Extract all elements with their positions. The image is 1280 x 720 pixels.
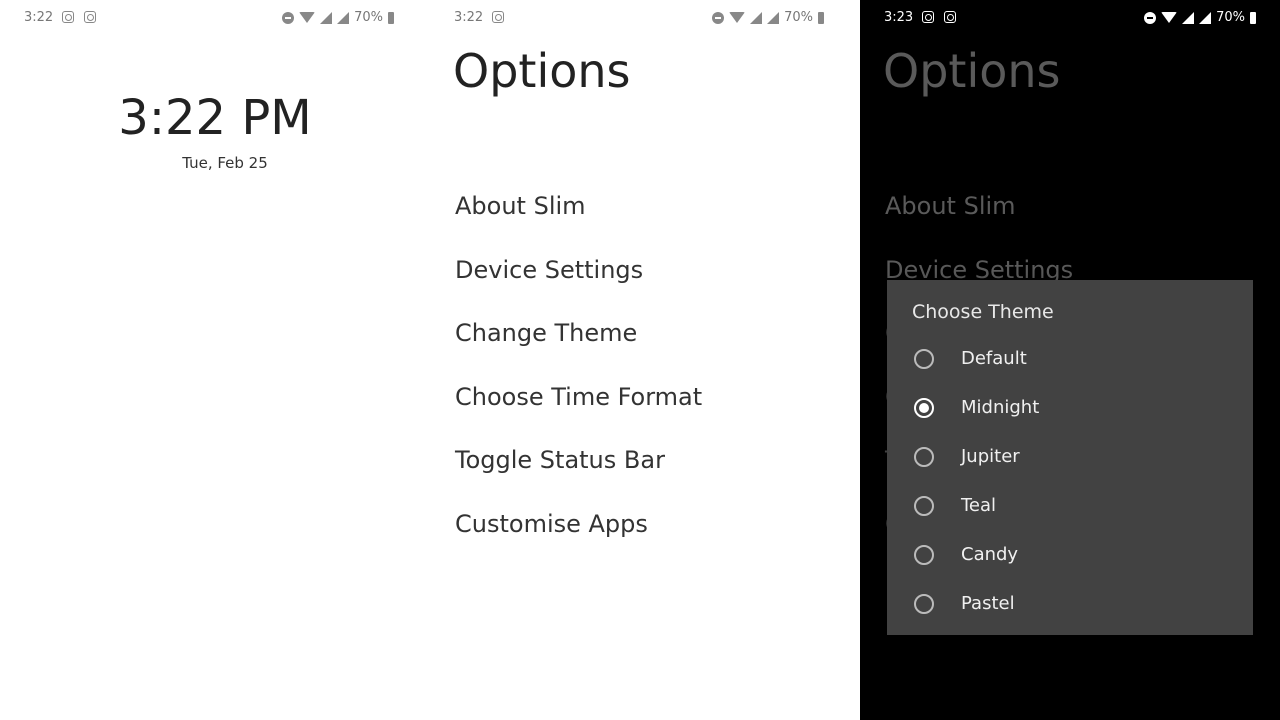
do-not-disturb-icon [282, 11, 295, 24]
signal-icon [767, 11, 780, 24]
battery-percent: 70% [784, 10, 813, 25]
menu-item-device-settings[interactable]: Device Settings [455, 256, 702, 320]
instagram-icon [944, 11, 956, 23]
wifi-icon [1161, 12, 1178, 23]
menu-item-status-bar[interactable]: Toggle Status Bar [455, 446, 702, 510]
theme-option-jupiter[interactable]: Jupiter [887, 432, 1253, 481]
home-screen: 3:22 70% 3:22 PM Tue, Feb 25 [0, 0, 430, 720]
dialog-title: Choose Theme [912, 301, 1054, 323]
signal-icon [1182, 11, 1195, 24]
status-bar: 3:22 70% [0, 0, 430, 36]
signal-icon [750, 11, 763, 24]
instagram-icon [84, 11, 96, 23]
options-screen: 3:22 70% Options About Slim Device Setti… [430, 0, 860, 720]
radio-icon[interactable] [914, 446, 934, 467]
menu-item-customise-apps[interactable]: Customise Apps [455, 510, 702, 574]
do-not-disturb-icon [712, 11, 725, 24]
instagram-icon [62, 11, 74, 23]
options-screen-dark: 3:23 70% Options About Slim Device Setti… [860, 0, 1280, 720]
menu-item-change-theme[interactable]: Change Theme [455, 319, 702, 383]
status-bar: 3:22 70% [430, 0, 860, 36]
do-not-disturb-icon [1144, 11, 1157, 24]
battery-percent: 70% [354, 10, 383, 25]
radio-selected-icon[interactable] [914, 397, 934, 418]
status-time: 3:23 [884, 10, 914, 25]
wifi-icon [729, 12, 746, 23]
battery-icon [388, 11, 394, 24]
theme-option-pastel[interactable]: Pastel [887, 579, 1253, 628]
theme-option-midnight[interactable]: Midnight [887, 383, 1253, 432]
menu-item-about: About Slim [885, 192, 1016, 220]
status-time: 3:22 [24, 10, 54, 25]
menu-item-about[interactable]: About Slim [455, 192, 702, 256]
status-bar: 3:23 70% [860, 0, 1280, 36]
radio-icon[interactable] [914, 495, 934, 516]
battery-percent: 70% [1216, 10, 1245, 25]
instagram-icon [492, 11, 504, 23]
wifi-icon [299, 12, 316, 23]
date[interactable]: Tue, Feb 25 [0, 154, 430, 172]
signal-icon [1199, 11, 1212, 24]
signal-icon [320, 11, 333, 24]
options-menu: About Slim Device Settings Change Theme … [455, 192, 702, 573]
page-title: Options [453, 44, 631, 98]
signal-icon [337, 11, 350, 24]
theme-option-candy[interactable]: Candy [887, 530, 1253, 579]
page-title: Options [883, 44, 1061, 98]
radio-icon[interactable] [914, 348, 934, 369]
theme-option-teal[interactable]: Teal [887, 481, 1253, 530]
clock[interactable]: 3:22 PM [0, 90, 430, 146]
battery-icon [1250, 11, 1256, 24]
menu-item-time-format[interactable]: Choose Time Format [455, 383, 702, 447]
theme-option-default[interactable]: Default [887, 334, 1253, 383]
status-time: 3:22 [454, 10, 484, 25]
choose-theme-dialog: Choose Theme Default Midnight Jupiter Te… [887, 280, 1253, 635]
battery-icon [818, 11, 824, 24]
radio-icon[interactable] [914, 544, 934, 565]
radio-icon[interactable] [914, 593, 934, 614]
instagram-icon [922, 11, 934, 23]
